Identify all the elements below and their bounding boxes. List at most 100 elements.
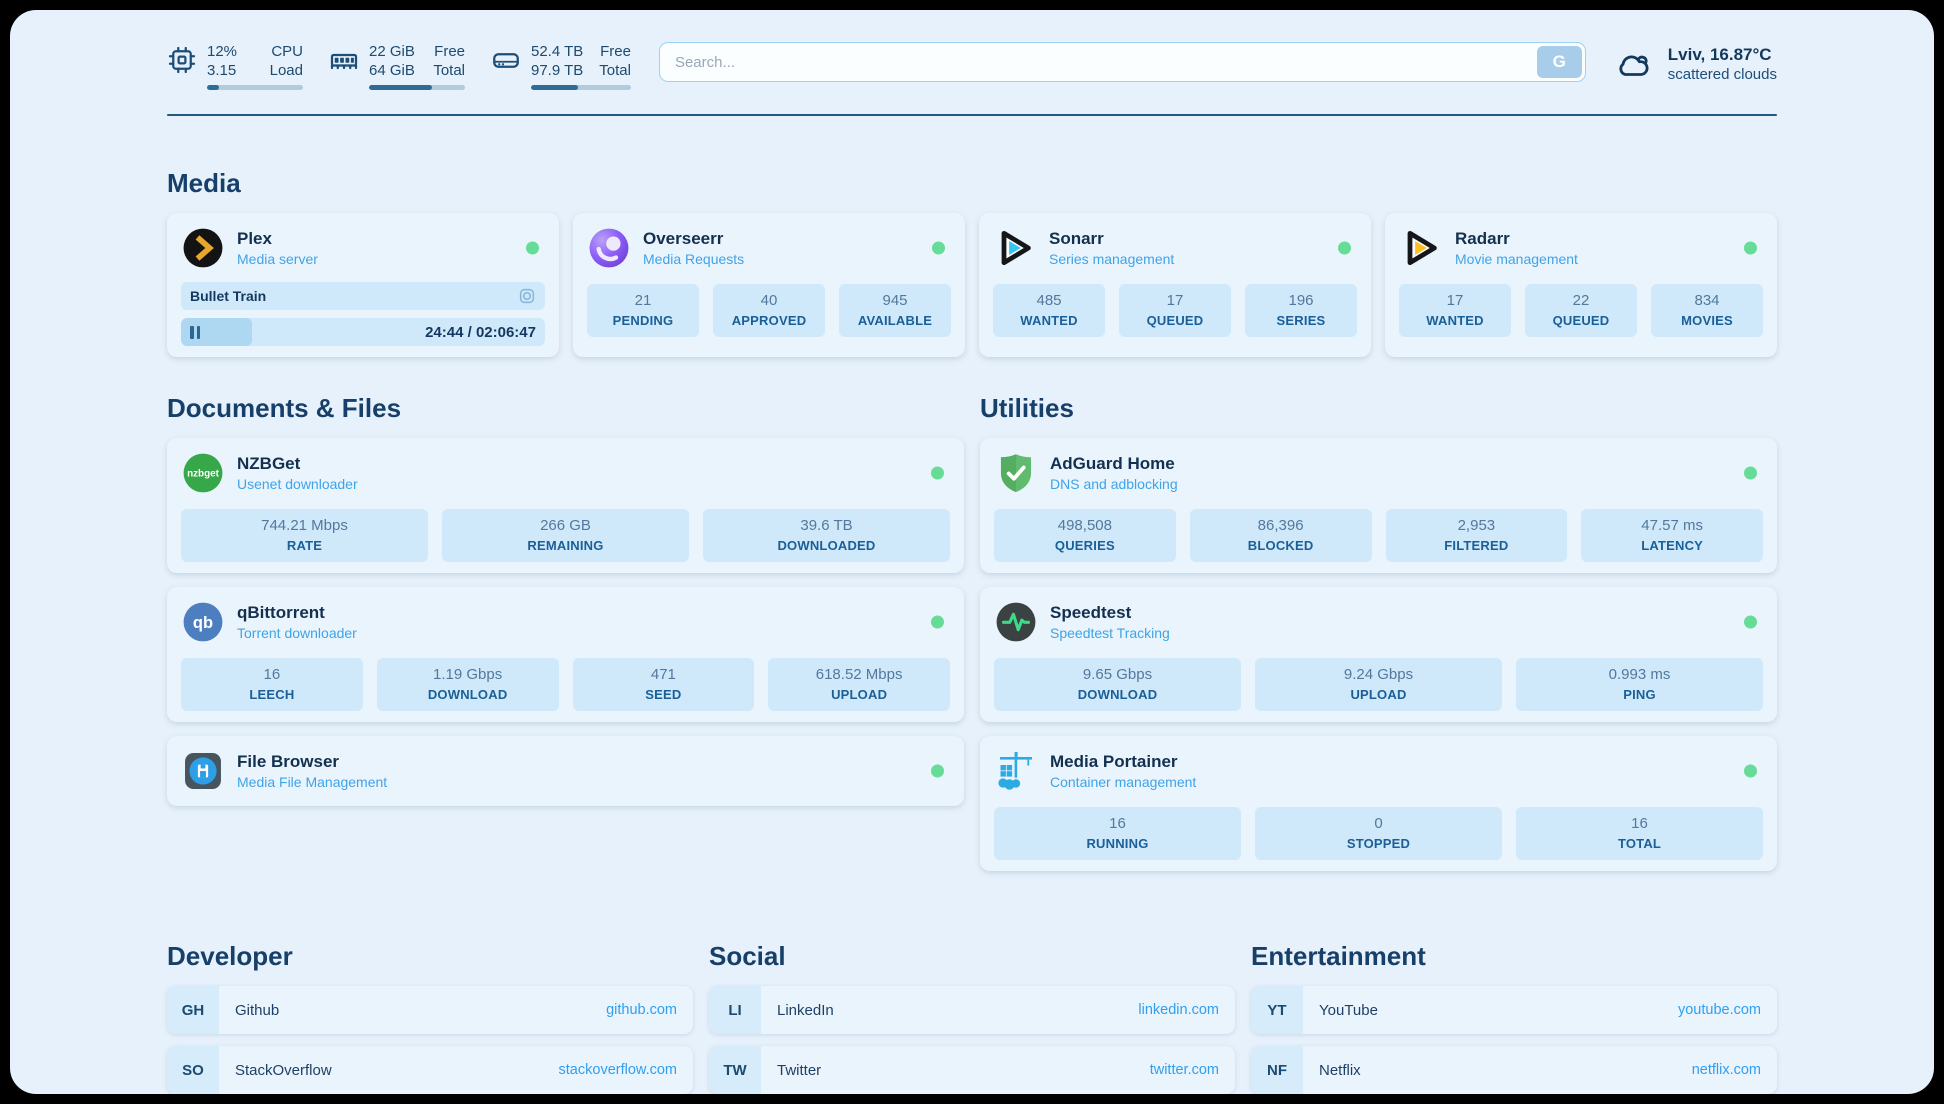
app-title: Overseerr [643, 229, 744, 249]
media-cards-row: Plex Media server Bullet Train [167, 213, 1777, 357]
app-title: NZBGet [237, 454, 358, 474]
stat-tile: 0 STOPPED [1255, 807, 1502, 860]
stat-tile: 498,508 QUERIES [994, 509, 1176, 562]
search-input[interactable] [659, 42, 1586, 82]
app-card-overseerr[interactable]: Overseerr Media Requests 21 PENDING 40 A… [573, 213, 965, 357]
cloud-icon [1614, 47, 1656, 81]
svg-text:qb: qb [193, 614, 213, 632]
disk-metric: 52.4 TB 97.9 TB Free Total [491, 42, 631, 90]
search-bar: G [659, 42, 1586, 82]
ram-progress-bar [369, 85, 465, 90]
link-row-linkedin[interactable]: LI LinkedIn linkedin.com [709, 986, 1235, 1034]
link-row-twitter[interactable]: TW Twitter twitter.com [709, 1046, 1235, 1094]
section-title-social: Social [709, 941, 1235, 972]
stat-tile: 16 TOTAL [1516, 807, 1763, 860]
stat-tile: 47.57 ms LATENCY [1581, 509, 1763, 562]
link-name: Twitter [777, 1062, 821, 1079]
weather-location-temp: Lviv, 16.87°C [1668, 44, 1777, 65]
stat-tile: 744.21 Mbps RATE [181, 509, 428, 562]
developer-section: Developer GH Github github.com SO StackO… [167, 941, 693, 1094]
status-dot [1744, 616, 1757, 629]
link-badge: GH [167, 986, 219, 1034]
qbittorrent-icon: qb [181, 600, 225, 644]
stat-tile: 834 MOVIES [1651, 284, 1763, 337]
header-divider [167, 114, 1777, 116]
speedtest-icon [994, 600, 1038, 644]
stat-tile: 618.52 Mbps UPLOAD [768, 658, 950, 711]
portainer-icon [994, 749, 1038, 793]
app-title: File Browser [237, 752, 387, 772]
stat-tile: 16 RUNNING [994, 807, 1241, 860]
status-dot [931, 765, 944, 778]
dashboard-page: 12% 3.15 CPU Load [10, 10, 1934, 1094]
link-name: Netflix [1319, 1062, 1361, 1079]
link-row-netflix[interactable]: NF Netflix netflix.com [1251, 1046, 1777, 1094]
app-card-speedtest[interactable]: Speedtest Speedtest Tracking 9.65 Gbps D… [980, 587, 1777, 722]
stat-tile: 21 PENDING [587, 284, 699, 337]
disk-free-label: Free [599, 42, 631, 61]
app-subtitle: Media File Management [237, 774, 387, 791]
app-card-adguard[interactable]: AdGuard Home DNS and adblocking 498,508 … [980, 438, 1777, 573]
app-card-nzbget[interactable]: nzbget NZBGet Usenet downloader 744.21 M… [167, 438, 964, 573]
top-bar: 12% 3.15 CPU Load [10, 10, 1934, 90]
status-dot [1338, 242, 1351, 255]
ram-total-label: Total [433, 61, 465, 80]
link-url: linkedin.com [1138, 1002, 1219, 1018]
ram-free-value: 22 GiB [369, 42, 415, 61]
stat-tile: 86,396 BLOCKED [1190, 509, 1372, 562]
utilities-column: Utilities AdGuard Home DNS and adblockin… [980, 357, 1777, 885]
disk-free-value: 52.4 TB [531, 42, 583, 61]
stat-tile: 22 QUEUED [1525, 284, 1637, 337]
link-row-github[interactable]: GH Github github.com [167, 986, 693, 1034]
stat-tile: 16 LEECH [181, 658, 363, 711]
entertainment-section: Entertainment YT YouTube youtube.com NF … [1251, 941, 1777, 1094]
status-dot [526, 242, 539, 255]
app-title: Media Portainer [1050, 752, 1196, 772]
app-card-plex[interactable]: Plex Media server Bullet Train [167, 213, 559, 357]
stat-tile: 0.993 ms PING [1516, 658, 1763, 711]
disk-progress-bar [531, 85, 631, 90]
session-icon[interactable] [518, 287, 536, 305]
pause-icon [190, 326, 202, 339]
stat-tile: 266 GB REMAINING [442, 509, 689, 562]
link-url: netflix.com [1692, 1062, 1761, 1078]
app-subtitle: Usenet downloader [237, 476, 358, 493]
stat-tile: 9.65 Gbps DOWNLOAD [994, 658, 1241, 711]
app-card-portainer[interactable]: Media Portainer Container management 16 … [980, 736, 1777, 871]
svg-text:nzbget: nzbget [187, 468, 220, 479]
app-subtitle: Speedtest Tracking [1050, 625, 1170, 642]
search-engine-button[interactable]: G [1537, 46, 1582, 78]
link-badge: LI [709, 986, 761, 1034]
app-title: Speedtest [1050, 603, 1170, 623]
app-title: qBittorrent [237, 603, 357, 623]
weather-widget: Lviv, 16.87°C scattered clouds [1614, 42, 1777, 84]
stat-tile: 196 SERIES [1245, 284, 1357, 337]
app-subtitle: DNS and adblocking [1050, 476, 1178, 493]
link-name: StackOverflow [235, 1062, 332, 1079]
playback-time: 24:44 / 02:06:47 [425, 324, 536, 341]
disk-total-label: Total [599, 61, 631, 80]
section-title-entertainment: Entertainment [1251, 941, 1777, 972]
app-title: Radarr [1455, 229, 1578, 249]
link-row-youtube[interactable]: YT YouTube youtube.com [1251, 986, 1777, 1034]
app-subtitle: Media Requests [643, 251, 744, 268]
nzbget-icon: nzbget [181, 451, 225, 495]
filebrowser-icon [181, 749, 225, 793]
status-dot [1744, 242, 1757, 255]
status-dot [931, 467, 944, 480]
radarr-icon [1399, 226, 1443, 270]
link-row-stackoverflow[interactable]: SO StackOverflow stackoverflow.com [167, 1046, 693, 1094]
playback-progress: 24:44 / 02:06:47 [181, 318, 545, 346]
cpu-icon [167, 45, 197, 75]
app-subtitle: Movie management [1455, 251, 1578, 268]
link-badge: TW [709, 1046, 761, 1094]
cpu-load-label: Load [270, 61, 303, 80]
app-card-qbittorrent[interactable]: qb qBittorrent Torrent downloader 16 LEE… [167, 587, 964, 722]
app-card-radarr[interactable]: Radarr Movie management 17 WANTED 22 QUE… [1385, 213, 1777, 357]
app-title: Sonarr [1049, 229, 1174, 249]
app-card-sonarr[interactable]: Sonarr Series management 485 WANTED 17 Q… [979, 213, 1371, 357]
ram-metric: 22 GiB 64 GiB Free Total [329, 42, 465, 90]
sonarr-icon [993, 226, 1037, 270]
section-title-documents: Documents & Files [167, 393, 964, 424]
app-card-filebrowser[interactable]: File Browser Media File Management [167, 736, 964, 806]
